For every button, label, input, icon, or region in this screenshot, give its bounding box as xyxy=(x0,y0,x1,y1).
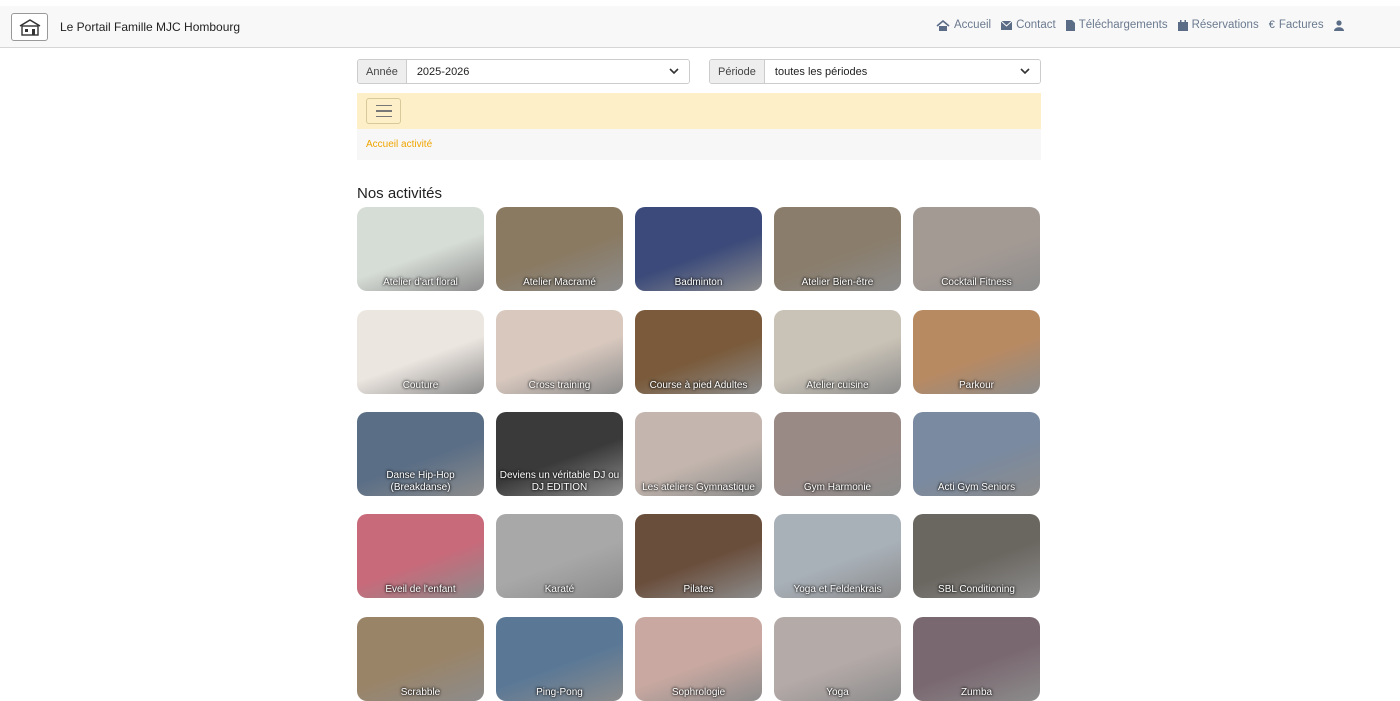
activity-card[interactable]: Parkour xyxy=(913,310,1040,394)
activity-card[interactable]: Badminton xyxy=(635,207,762,291)
nav-contact-label: Contact xyxy=(1016,19,1056,31)
activity-card[interactable]: Sophrologie xyxy=(635,617,762,701)
year-value: 2025-2026 xyxy=(416,65,470,78)
activity-label: Scrabble xyxy=(400,687,441,698)
file-icon xyxy=(1065,19,1075,31)
filters-row: Année 2025-2026 Période toutes les pério… xyxy=(357,59,1041,84)
activity-label: Atelier cuisine xyxy=(806,380,869,391)
hamburger-icon xyxy=(375,104,392,107)
activity-label: Acti Gym Seniors xyxy=(937,482,1016,493)
activity-card[interactable]: Course à pied Adultes xyxy=(635,310,762,394)
activity-card[interactable]: Gym Harmonie xyxy=(774,412,901,496)
activity-card[interactable]: Atelier d'art floral xyxy=(357,207,484,291)
period-select-group: Période toutes les périodes xyxy=(709,59,1041,84)
activity-label: Couture xyxy=(402,380,439,391)
activity-label: Atelier d'art floral xyxy=(383,277,458,288)
activity-label: Atelier Macramé xyxy=(523,277,596,288)
home-icon xyxy=(936,19,950,31)
activity-label: Parkour xyxy=(958,380,994,391)
breadcrumb: Accueil activité xyxy=(357,129,1041,160)
euro-icon: € xyxy=(1268,19,1275,31)
activity-label: Pilates xyxy=(683,584,714,595)
activity-card[interactable]: SBL Conditioning xyxy=(913,514,1040,598)
activity-label: Zumba xyxy=(960,687,993,698)
period-value: toutes les périodes xyxy=(774,65,868,78)
nav-accueil-label: Accueil xyxy=(954,19,992,31)
chevron-down-icon xyxy=(669,66,679,78)
activity-card[interactable]: Atelier Bien-être xyxy=(774,207,901,291)
brand-logo[interactable] xyxy=(11,13,48,41)
calendar-icon xyxy=(1177,19,1188,31)
nav-telechargements-label: Téléchargements xyxy=(1078,19,1168,31)
brand-title[interactable]: Le Portail Famille MJC Hombourg xyxy=(60,20,240,34)
activity-label: Gym Harmonie xyxy=(803,482,872,493)
year-select-group: Année 2025-2026 xyxy=(357,59,690,84)
activity-card[interactable]: Zumba xyxy=(913,617,1040,701)
section-title: Nos activités xyxy=(357,185,443,202)
activity-card[interactable]: Yoga xyxy=(774,617,901,701)
house-logo-icon xyxy=(19,19,40,36)
activity-label: Yoga et Feldenkrais xyxy=(793,584,882,595)
activity-label: Karaté xyxy=(544,584,575,595)
activity-card[interactable]: Deviens un véritable DJ ou DJ EDITION xyxy=(496,412,623,496)
nav-reservations[interactable]: Réservations xyxy=(1177,19,1259,31)
activity-label: Course à pied Adultes xyxy=(649,380,748,391)
nav-factures-label: Factures xyxy=(1278,19,1324,31)
activity-card[interactable]: Karaté xyxy=(496,514,623,598)
user-icon xyxy=(1333,19,1344,31)
nav-links: Accueil Contact Téléchargements Réservat… xyxy=(936,19,1344,31)
nav-user[interactable] xyxy=(1333,19,1344,31)
period-label: Période xyxy=(710,60,765,83)
period-select[interactable]: toutes les périodes xyxy=(764,60,1040,83)
activity-card[interactable]: Atelier Macramé xyxy=(496,207,623,291)
activity-label: Les ateliers Gymnastique xyxy=(642,482,755,493)
activity-card[interactable]: Cross training xyxy=(496,310,623,394)
nav-telechargements[interactable]: Téléchargements xyxy=(1065,19,1168,31)
activity-label: Yoga xyxy=(826,687,849,698)
breadcrumb-link[interactable]: Accueil activité xyxy=(366,139,432,150)
nav-factures[interactable]: € Factures xyxy=(1269,19,1324,31)
activity-card[interactable]: Pilates xyxy=(635,514,762,598)
year-select[interactable]: 2025-2026 xyxy=(406,60,689,83)
top-navbar: Le Portail Famille MJC Hombourg Accueil … xyxy=(0,6,1400,48)
activity-card[interactable]: Les ateliers Gymnastique xyxy=(635,412,762,496)
activity-card[interactable]: Scrabble xyxy=(357,617,484,701)
activity-card[interactable]: Acti Gym Seniors xyxy=(913,412,1040,496)
activity-label: Deviens un véritable DJ ou DJ EDITION xyxy=(499,470,620,493)
activity-label: Sophrologie xyxy=(671,687,726,698)
hamburger-menu-button[interactable] xyxy=(366,98,401,124)
activity-card[interactable]: Eveil de l'enfant xyxy=(357,514,484,598)
activity-label: SBL Conditioning xyxy=(938,584,1015,595)
nav-reservations-label: Réservations xyxy=(1191,19,1259,31)
activity-card[interactable]: Yoga et Feldenkrais xyxy=(774,514,901,598)
activity-label: Badminton xyxy=(674,277,723,288)
activity-label: Eveil de l'enfant xyxy=(385,584,456,595)
activity-label: Ping-Pong xyxy=(536,687,583,698)
activity-card[interactable]: Ping-Pong xyxy=(496,617,623,701)
year-label: Année xyxy=(358,60,407,83)
nav-contact[interactable]: Contact xyxy=(1001,19,1056,31)
chevron-down-icon xyxy=(1020,66,1030,78)
activity-card[interactable]: Cocktail Fitness xyxy=(913,207,1040,291)
activity-card[interactable]: Couture xyxy=(357,310,484,394)
nav-accueil[interactable]: Accueil xyxy=(936,19,991,31)
activity-menubar xyxy=(357,93,1041,129)
activity-label: Cross training xyxy=(528,380,591,391)
activity-card[interactable]: Danse Hip-Hop (Breakdanse) xyxy=(357,412,484,496)
activity-label: Cocktail Fitness xyxy=(941,277,1012,288)
activity-card[interactable]: Atelier cuisine xyxy=(774,310,901,394)
envelope-icon xyxy=(1001,20,1013,30)
activity-label: Atelier Bien-être xyxy=(801,277,874,288)
activity-label: Danse Hip-Hop (Breakdanse) xyxy=(386,470,455,493)
